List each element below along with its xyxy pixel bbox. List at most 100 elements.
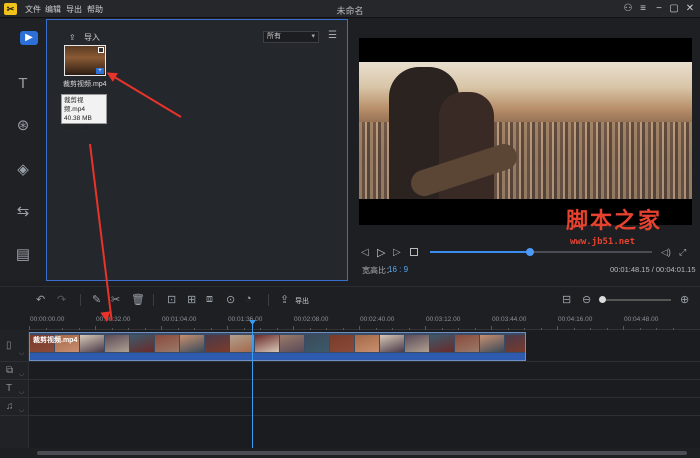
track-toggle-icon[interactable]: ◡: [19, 349, 24, 356]
maximize-icon[interactable]: ▢: [667, 2, 681, 16]
text-track-icon: T: [6, 383, 13, 394]
window-title: 未命名: [336, 6, 364, 16]
duration-icon[interactable]: ◔: [245, 293, 252, 305]
clip-frame: [380, 335, 404, 352]
track-toggle-icon[interactable]: ◡: [19, 370, 24, 377]
playhead[interactable]: [249, 320, 256, 448]
zoom-out-icon[interactable]: ⊖: [582, 293, 591, 306]
clip-frame: [155, 335, 179, 352]
menu-edit[interactable]: 编辑: [45, 4, 61, 15]
video-frame-image: [359, 62, 692, 199]
media-item-name: 裁剪视频.mp4: [63, 81, 107, 88]
crop-icon[interactable]: ⊡: [167, 293, 176, 306]
clip-frame: [480, 335, 504, 352]
text-track[interactable]: T ◡: [0, 380, 700, 398]
media-tooltip: 裁剪视频.mp4 40.38 MB 00:04:01: [61, 94, 107, 131]
clip-frame: [105, 335, 129, 352]
timeline-ruler[interactable]: 00:00:00.00 00:00:32.00 00:01:04.00 00:01:3…: [29, 312, 700, 330]
title-bar: ✂ 文件 编辑 导出 帮助 未命名 ⚇ ≡ − ▢ ✕: [0, 0, 700, 18]
clip-audio-waveform: [30, 353, 525, 360]
edit-icon[interactable]: ✎: [92, 293, 101, 306]
zoom-knob[interactable]: [599, 296, 607, 303]
minimize-icon[interactable]: −: [652, 2, 666, 16]
user-icon[interactable]: ⚇: [621, 2, 635, 16]
list-view-icon[interactable]: ☰: [328, 30, 337, 41]
timeline-tracks: ▯ ◡ 裁剪视频.mp4 ⧉ ◡ T ◡ ♫ ◡: [0, 330, 700, 448]
cut-icon[interactable]: ✂: [111, 293, 120, 306]
overlay-icon[interactable]: ◈: [6, 157, 40, 183]
toolbar-divider: [80, 294, 81, 306]
menu-help[interactable]: 帮助: [87, 4, 103, 15]
music-track-icon: ♫: [6, 401, 14, 412]
rail-media[interactable]: ▶: [6, 31, 40, 57]
menu-export[interactable]: 导出: [66, 4, 82, 15]
select-checkbox[interactable]: [98, 47, 104, 53]
time-current: 00:01:48.15: [610, 265, 650, 274]
mosaic-icon[interactable]: ⊞: [187, 293, 196, 306]
clip-frame: [255, 335, 279, 352]
fullscreen-icon[interactable]: ⤢: [679, 247, 686, 258]
video-track-header: ▯ ◡: [0, 330, 29, 361]
clip-frame: [455, 335, 479, 352]
fit-timeline-icon[interactable]: ⊟: [562, 293, 571, 306]
film-icon[interactable]: ▤: [6, 242, 40, 268]
video-track[interactable]: ▯ ◡ 裁剪视频.mp4: [0, 330, 700, 362]
scroll-thumb[interactable]: [37, 451, 687, 455]
video-track-icon: ▯: [6, 340, 12, 351]
import-button[interactable]: ⇪ 导入: [69, 32, 100, 43]
chevron-down-icon: ▾: [311, 33, 315, 40]
media-icon: ▶: [20, 31, 38, 45]
prev-frame-icon[interactable]: ◁: [361, 247, 369, 258]
ruler-label: 00:02:08.00: [294, 316, 329, 323]
time-readout: 00:01:48.15 / 00:04:01.15: [610, 265, 696, 274]
music-track[interactable]: ♫ ◡: [0, 398, 700, 416]
overlay-track-header: ⧉ ◡: [0, 362, 29, 379]
filter-select[interactable]: 所有 ▾: [263, 31, 319, 43]
volume-icon[interactable]: ◁): [661, 247, 671, 258]
redo-icon[interactable]: ↷: [57, 293, 66, 306]
left-rail: ▶ T ⊛ ◈ ⇆ ▤: [0, 19, 46, 281]
transition-icon[interactable]: ⇆: [6, 199, 40, 225]
video-clip[interactable]: 裁剪视频.mp4: [29, 332, 526, 361]
watermark-url: www.jb51.net: [570, 237, 636, 247]
freeze-icon[interactable]: ⧈: [206, 293, 213, 306]
delete-icon[interactable]: 🗑: [131, 293, 145, 306]
ruler-label: 00:00:00.00: [30, 316, 65, 323]
media-thumbnail[interactable]: +: [64, 45, 106, 76]
stop-icon[interactable]: [410, 248, 418, 256]
track-toggle-icon[interactable]: ◡: [19, 406, 24, 413]
clip-frame: [430, 335, 454, 352]
playback-slider[interactable]: [430, 248, 652, 256]
clip-frame: [80, 335, 104, 352]
empty-track-area[interactable]: [0, 416, 700, 448]
clip-filmstrip: [30, 333, 525, 355]
text-icon[interactable]: T: [6, 71, 40, 97]
clip-frame: [205, 335, 229, 352]
undo-icon[interactable]: ↶: [36, 293, 45, 306]
zoom-slider[interactable]: [599, 296, 671, 303]
playback-knob[interactable]: [525, 248, 534, 256]
timeline-scrollbar[interactable]: [29, 450, 700, 456]
clip-frame: [405, 335, 429, 352]
export-icon[interactable]: ⇪: [280, 293, 289, 306]
menu-file[interactable]: 文件: [25, 4, 41, 15]
ruler-label: 00:04:16.00: [558, 316, 593, 323]
close-icon[interactable]: ✕: [683, 2, 697, 16]
clip-frame: [355, 335, 379, 352]
aspect-ratio-value[interactable]: 16 : 9: [388, 265, 408, 274]
ruler-label: 00:01:04.00: [162, 316, 197, 323]
export-button[interactable]: 导出: [295, 296, 309, 306]
timeline-toolbar: ↶ ↷ ✎ ✂ 🗑 ⊡ ⊞ ⧈ ⊙ ◔ ⇪ 导出 ⊟ ⊖ ⊕: [0, 286, 700, 312]
overlay-track[interactable]: ⧉ ◡: [0, 362, 700, 380]
play-icon[interactable]: ▷: [377, 246, 385, 259]
screenshot-icon[interactable]: ⊙: [226, 293, 235, 306]
menu-icon[interactable]: ≡: [636, 2, 650, 16]
filter-icon[interactable]: ⊛: [6, 113, 40, 139]
clip-frame: [330, 335, 354, 352]
track-toggle-icon[interactable]: ◡: [19, 388, 24, 395]
video-preview[interactable]: [359, 38, 692, 225]
next-frame-icon[interactable]: ▷: [393, 247, 401, 258]
add-to-timeline-icon[interactable]: +: [96, 68, 104, 74]
clip-frame: [280, 335, 304, 352]
zoom-in-icon[interactable]: ⊕: [680, 293, 689, 306]
